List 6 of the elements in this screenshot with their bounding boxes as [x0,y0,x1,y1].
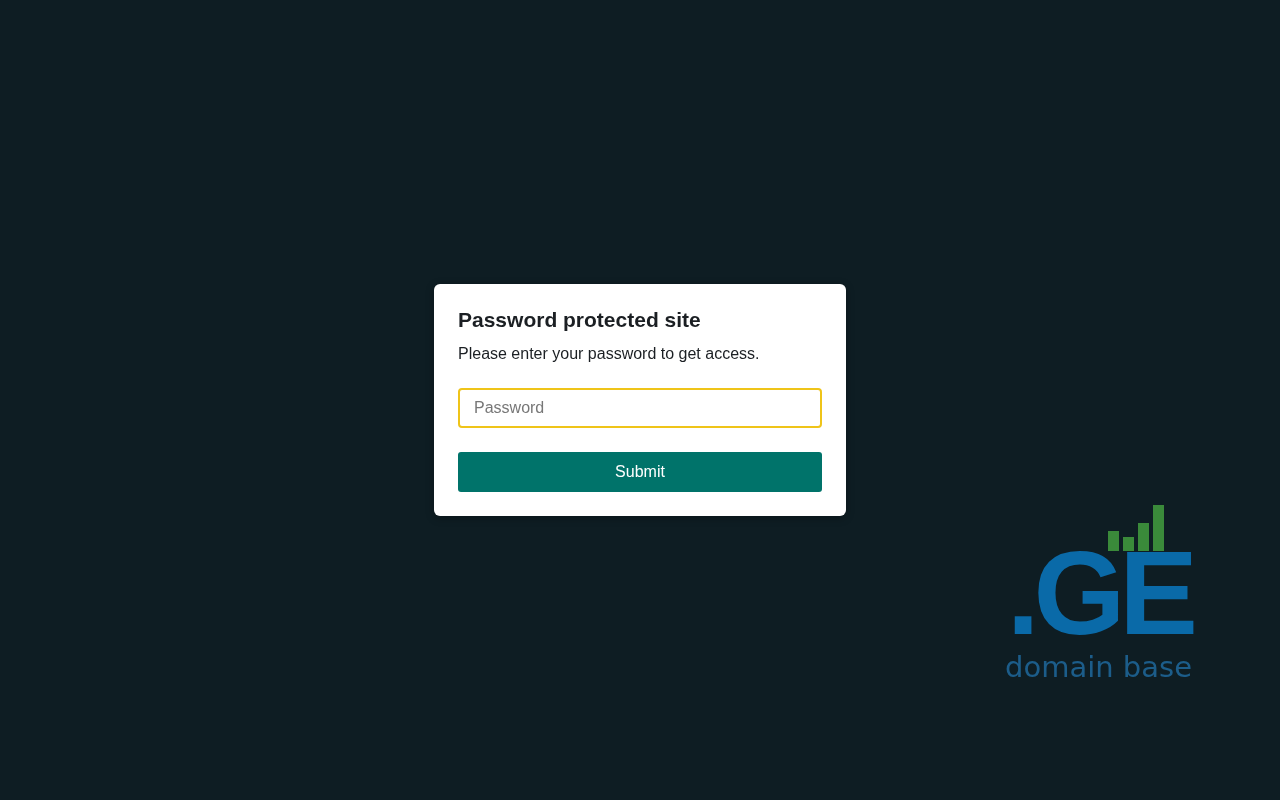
submit-button[interactable]: Submit [458,452,822,492]
password-field[interactable]: Password [458,388,822,428]
dialog-message: Please enter your password to get access. [458,344,761,364]
dialog-title: Password protected site [458,307,702,333]
logo-mark: .GE [1006,543,1192,643]
logo-tagline: domain base [1005,649,1192,686]
